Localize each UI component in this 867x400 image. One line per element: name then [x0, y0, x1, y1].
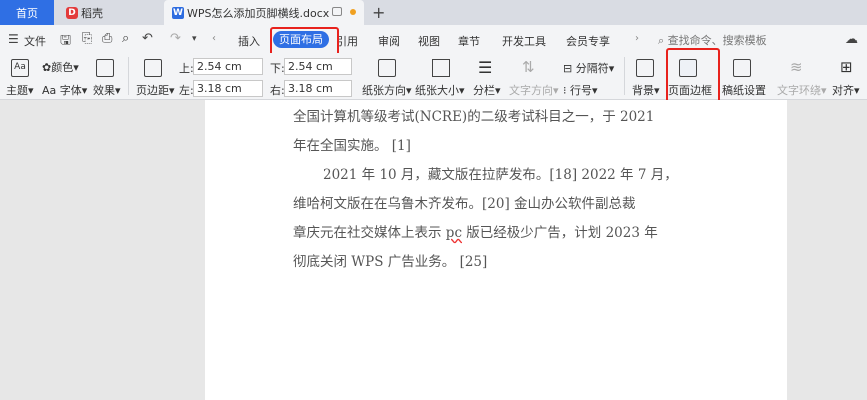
- columns-button[interactable]: 分栏▾: [473, 82, 501, 98]
- redo-icon[interactable]: ↷: [170, 31, 181, 46]
- align-icon[interactable]: ⊞: [840, 58, 853, 76]
- margin-icon[interactable]: [144, 59, 162, 77]
- unsaved-dot-icon: [350, 9, 356, 15]
- print-icon[interactable]: ⎙: [102, 31, 112, 46]
- daoke-logo-icon: D: [66, 6, 78, 19]
- menu-bar: ☰ 文件 🖫 ⎘ ⎙ ⌕ ↶ ↷ ▾ ‹ 插入 页面布局 引用 审阅 视图 章节…: [0, 25, 867, 53]
- doc-line-2: 年在全国实施。 [1]: [293, 138, 411, 154]
- text-direction-icon: ⇅: [522, 58, 535, 76]
- hamburger-icon[interactable]: ☰: [8, 32, 19, 46]
- menu-dev-tools[interactable]: 开发工具: [502, 33, 546, 49]
- background-button[interactable]: 背景▾: [632, 82, 660, 98]
- palette-icon: ✿: [42, 61, 52, 74]
- left-margin-input[interactable]: 3.18 cm: [193, 80, 263, 97]
- columns-icon[interactable]: ☰: [478, 58, 492, 77]
- margin-button[interactable]: 页边距▾: [136, 82, 175, 98]
- new-tab-plus-icon[interactable]: +: [372, 3, 385, 22]
- text-wrap-button: 文字环绕▾: [777, 84, 827, 97]
- menu-view[interactable]: 视图: [418, 33, 440, 49]
- line-number-button[interactable]: ⁝ 行号▾: [563, 82, 598, 98]
- menu-review[interactable]: 审阅: [378, 33, 400, 49]
- command-search[interactable]: ⌕ 查找命令、搜索模板: [658, 32, 767, 48]
- doc-line-3: 2021 年 10 月，藏文版在拉萨发布。[18] 2022 年 7 月，: [323, 167, 678, 183]
- bottom-margin-label: 下:: [270, 62, 285, 75]
- theme-button[interactable]: 主题▾: [6, 82, 34, 98]
- top-margin-label: 上:: [179, 62, 194, 75]
- top-margin-input[interactable]: 2.54 cm: [193, 58, 263, 75]
- wps-writer-icon: W: [172, 6, 184, 19]
- preview-icon[interactable]: ⌕: [122, 31, 129, 46]
- search-icon: ⌕: [658, 34, 665, 47]
- scroll-right-icon[interactable]: ›: [635, 33, 639, 44]
- doc-line-5: 章庆元在社交媒体上表示 pc 版已经极少广告，计划 2023 年: [293, 225, 658, 241]
- menu-references[interactable]: 引用: [336, 33, 358, 49]
- doc-line-1: 全国计算机等级考试(NCRE)的二级考试科目之一，于 2021: [293, 109, 655, 125]
- bottom-margin-input[interactable]: 2.54 cm: [284, 58, 352, 75]
- ribbon: Aa 主题▾ ✿颜色▾ Aa 字体▾ 效果▾ 页边距▾ 上: 2.54 cm 左…: [0, 53, 867, 100]
- tab-home[interactable]: 首页: [0, 0, 54, 25]
- menu-chapter[interactable]: 章节: [458, 33, 480, 49]
- background-icon[interactable]: [636, 59, 654, 77]
- spellcheck-word[interactable]: pc: [446, 225, 462, 241]
- export-icon[interactable]: ⎘: [82, 31, 92, 46]
- text-wrap-icon: ≋: [790, 58, 803, 76]
- left-margin-label: 左:: [179, 84, 194, 97]
- effect-icon[interactable]: [96, 59, 114, 77]
- tab-document[interactable]: W WPS怎么添加页脚横线.docx: [164, 0, 364, 25]
- menu-insert[interactable]: 插入: [238, 33, 260, 49]
- doc-line-6: 彻底关闭 WPS 广告业务。 [25]: [293, 254, 488, 270]
- separator-icon: ⊟: [563, 62, 573, 75]
- tab-document-label: WPS怎么添加页脚横线.docx: [187, 6, 330, 20]
- text-direction-button: 文字方向▾: [509, 84, 559, 97]
- orientation-button[interactable]: 纸张方向▾: [362, 82, 412, 98]
- cloud-icon[interactable]: ☁: [845, 32, 858, 47]
- document-page[interactable]: 全国计算机等级考试(NCRE)的二级考试科目之一，于 2021 年在全国实施。 …: [205, 100, 787, 400]
- save-icon[interactable]: 🖫: [60, 31, 71, 53]
- paper-size-icon[interactable]: [432, 59, 450, 77]
- undo-icon[interactable]: ↶: [142, 31, 153, 46]
- document-area: 全国计算机等级考试(NCRE)的二级考试科目之一，于 2021 年在全国实施。 …: [0, 100, 867, 400]
- menu-file[interactable]: 文件: [24, 33, 46, 49]
- tab-daoke-label: 稻壳: [81, 6, 103, 20]
- orientation-icon[interactable]: [378, 59, 396, 77]
- right-margin-input[interactable]: 3.18 cm: [284, 80, 352, 97]
- color-button[interactable]: ✿颜色▾: [42, 59, 79, 75]
- menu-member[interactable]: 会员专享: [566, 33, 610, 49]
- window-icon[interactable]: [332, 7, 342, 16]
- ribbon-separator: [624, 57, 625, 95]
- line-number-icon: ⁝: [563, 84, 567, 97]
- theme-icon[interactable]: Aa: [11, 59, 29, 77]
- right-margin-label: 右:: [270, 84, 285, 97]
- manuscript-button[interactable]: 稿纸设置: [722, 82, 766, 98]
- paper-size-button[interactable]: 纸张大小▾: [415, 82, 465, 98]
- search-placeholder: 查找命令、搜索模板: [667, 34, 767, 47]
- tab-daoke[interactable]: D 稻壳: [54, 0, 164, 25]
- ribbon-separator: [128, 57, 129, 95]
- align-button[interactable]: 对齐▾: [832, 82, 860, 98]
- manuscript-icon[interactable]: [733, 59, 751, 77]
- title-bar: 首页 D 稻壳 W WPS怎么添加页脚横线.docx +: [0, 0, 867, 25]
- scroll-left-icon[interactable]: ‹: [212, 33, 216, 44]
- quick-access-dropdown-icon[interactable]: ▾: [192, 34, 197, 44]
- doc-line-4: 维哈柯文版在在乌鲁木齐发布。[20] 金山办公软件副总裁: [293, 196, 636, 212]
- separator-button[interactable]: ⊟ 分隔符▾: [563, 60, 614, 76]
- effect-button[interactable]: 效果▾: [93, 82, 121, 98]
- font-button[interactable]: Aa 字体▾: [42, 82, 87, 98]
